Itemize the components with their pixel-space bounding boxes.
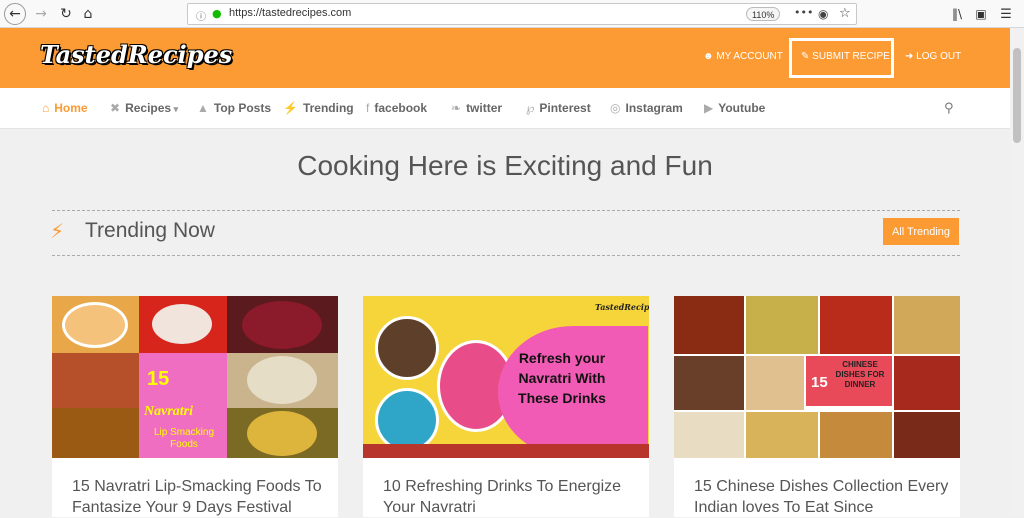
card-image-navratri-foods[interactable]: 15 Navratri Lip Smacking Foods <box>52 296 338 458</box>
utensils-icon: ✖ <box>110 101 121 115</box>
card-image-navratri-drinks[interactable]: TastedRecipes Refresh your Navratri With… <box>363 296 649 458</box>
bolt-icon: ⚡ <box>283 101 298 115</box>
recipe-card[interactable]: 15 Navratri Lip Smacking Foods 15 Navrat… <box>52 296 338 517</box>
page-scrollbar[interactable] <box>1010 28 1024 517</box>
reload-icon[interactable]: ↻ <box>55 3 77 25</box>
sign-out-icon: ➜ <box>905 51 917 62</box>
address-bar[interactable]: ⓘ ● https://tastedrecipes.com 110% ••• ◉… <box>187 3 857 25</box>
thumbs-up-icon: ▲ <box>197 101 209 115</box>
pinterest-icon: ℘ <box>526 101 535 115</box>
url-text: https://tastedrecipes.com <box>229 7 352 19</box>
site-header: TastedRecipes ☻ MY ACCOUNT ✎ SUBMIT RECI… <box>0 28 1010 88</box>
recipe-card[interactable]: TastedRecipes Refresh your Navratri With… <box>363 296 649 517</box>
log-out-label: LOG OUT <box>916 51 962 62</box>
user-icon: ☻ <box>703 51 717 62</box>
bookmark-star-icon[interactable]: ☆ <box>839 6 851 21</box>
card-image-number: 15 <box>811 374 828 391</box>
card-title[interactable]: 10 Refreshing Drinks To Energize Your Na… <box>383 476 638 518</box>
nav-twitter-label: twitter <box>466 101 503 115</box>
nav-pinterest-label: Pinterest <box>539 101 591 115</box>
youtube-icon: ▶ <box>704 101 714 115</box>
nav-home[interactable]: ⌂ Home <box>42 101 88 115</box>
card-image-number: 15 <box>147 368 170 390</box>
divider-top <box>52 210 960 211</box>
nav-trending[interactable]: ⚡ Trending <box>283 101 354 115</box>
all-trending-button[interactable]: All Trending <box>883 218 959 245</box>
card-image-chinese-dishes[interactable]: 15 CHINESE DISHES FOR DINNER <box>674 296 960 458</box>
main-nav: ⌂ Home ✖ Recipes ▾ ▲ Top Posts ⚡ Trending ff… <box>0 88 1010 129</box>
submit-recipe-label: SUBMIT RECIPE <box>812 51 890 62</box>
chevron-down-icon: ▾ <box>171 104 179 114</box>
zoom-level[interactable]: 110% <box>746 7 781 21</box>
nav-top-posts-label: Top Posts <box>213 101 272 115</box>
card-title[interactable]: 15 Chinese Dishes Collection Every India… <box>694 476 949 518</box>
page-tagline: Cooking Here is Exciting and Fun <box>297 150 713 181</box>
forward-icon[interactable]: → <box>30 3 52 25</box>
twitter-icon: ❧ <box>451 101 462 115</box>
my-account-link[interactable]: ☻ MY ACCOUNT <box>703 51 783 62</box>
pocket-icon[interactable]: ◉ <box>818 7 828 21</box>
card-image-heading: Navratri <box>144 404 193 419</box>
nav-youtube-label: Youtube <box>718 101 766 115</box>
card-image-heading: CHINESE DISHES FOR DINNER <box>835 360 885 389</box>
card-title[interactable]: 15 Navratri Lip-Smacking Foods To Fantas… <box>72 476 327 518</box>
home-icon: ⌂ <box>42 101 50 115</box>
instagram-icon: ◎ <box>610 101 621 115</box>
recipe-card[interactable]: 15 CHINESE DISHES FOR DINNER 15 Chinese … <box>674 296 960 517</box>
nav-facebook[interactable]: f facebook <box>366 101 427 115</box>
info-icon[interactable]: ⓘ <box>196 8 206 23</box>
nav-home-label: Home <box>54 101 88 115</box>
search-icon[interactable]: ⚲ <box>944 101 954 116</box>
browser-toolbar: ← → ↻ ⌂ ⓘ ● https://tastedrecipes.com 11… <box>0 0 1024 28</box>
menu-icon[interactable]: ☰ <box>995 3 1017 25</box>
facebook-icon: f <box>366 101 370 115</box>
library-icon[interactable]: ‖\ <box>946 3 968 25</box>
nav-facebook-label: facebook <box>374 101 428 115</box>
sidebar-icon[interactable]: ▣ <box>970 3 992 25</box>
card-image-subheading: Lip Smacking Foods <box>153 427 215 450</box>
submit-recipe-link[interactable]: ✎ SUBMIT RECIPE <box>801 51 890 62</box>
nav-trending-label: Trending <box>302 101 354 115</box>
nav-recipes-label: Recipes <box>125 101 172 115</box>
nav-youtube[interactable]: ▶ Youtube <box>704 101 765 115</box>
log-out-link[interactable]: ➜ LOG OUT <box>905 51 961 62</box>
nav-top-posts[interactable]: ▲ Top Posts <box>197 101 271 115</box>
nav-instagram[interactable]: ◎ Instagram <box>610 101 683 115</box>
card-image-heading: Refresh your Navratri With These Drinks <box>518 350 606 406</box>
scrollbar-thumb[interactable] <box>1013 48 1021 143</box>
section-title: Trending Now <box>85 219 215 242</box>
card-image-brand: TastedRecipes <box>595 302 649 312</box>
nav-recipes[interactable]: ✖ Recipes ▾ <box>110 101 178 115</box>
lock-icon[interactable]: ● <box>212 7 222 20</box>
page-actions-icon[interactable]: ••• <box>794 6 813 19</box>
nav-pinterest[interactable]: ℘ Pinterest <box>526 101 591 115</box>
divider-bottom <box>52 255 960 256</box>
back-icon[interactable]: ← <box>4 3 26 25</box>
nav-instagram-label: Instagram <box>625 101 683 115</box>
pencil-icon: ✎ <box>801 51 813 62</box>
my-account-label: MY ACCOUNT <box>716 51 783 62</box>
home-browser-icon[interactable]: ⌂ <box>77 3 99 25</box>
nav-twitter[interactable]: ❧ twitter <box>451 101 502 115</box>
bolt-icon: ⚡ <box>50 219 65 243</box>
site-logo[interactable]: TastedRecipes <box>40 40 232 69</box>
